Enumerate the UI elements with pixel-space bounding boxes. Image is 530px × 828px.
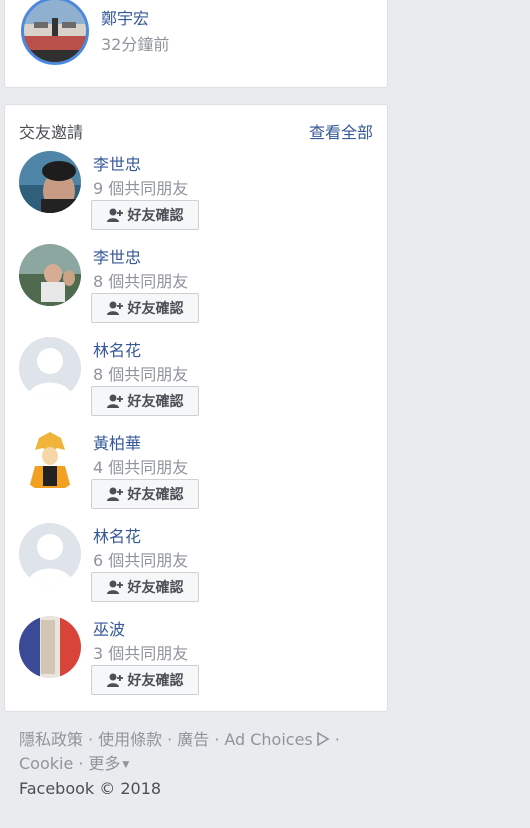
request-name[interactable]: 黃柏華 — [93, 430, 141, 454]
cookie-link[interactable]: Cookie — [19, 754, 73, 773]
confirm-friend-button[interactable]: 好友確認 — [91, 572, 199, 602]
mutual-friends[interactable]: 6 個共同朋友 — [93, 547, 188, 571]
avatar[interactable] — [19, 616, 81, 678]
card-title: 交友邀請 — [19, 123, 84, 142]
separator: · — [167, 730, 173, 749]
separator: · — [88, 730, 94, 749]
request-name[interactable]: 林名花 — [93, 523, 141, 547]
separator: · — [78, 754, 84, 773]
add-friend-icon — [106, 673, 123, 687]
add-friend-icon — [106, 301, 123, 315]
footer-links-2: Cookie · 更多 ▼ — [19, 752, 369, 777]
copyright: Facebook © 2018 — [19, 779, 162, 798]
confirm-friend-button[interactable]: 好友確認 — [91, 200, 199, 230]
add-friend-icon — [106, 208, 123, 222]
list-item: 李世忠 9 個共同朋友 好友確認 — [19, 151, 373, 244]
friend-request-list: 李世忠 9 個共同朋友 好友確認 李世忠 8 個共同朋友 好友確認 林名花 8 … — [19, 151, 373, 709]
card-header: 交友邀請 查看全部 — [19, 119, 373, 143]
see-all-link[interactable]: 查看全部 — [309, 119, 373, 143]
mutual-friends[interactable]: 4 個共同朋友 — [93, 454, 188, 478]
mutual-friends[interactable]: 9 個共同朋友 — [93, 175, 188, 199]
add-friend-icon — [106, 394, 123, 408]
confirm-friend-button[interactable]: 好友確認 — [91, 479, 199, 509]
avatar[interactable] — [19, 244, 81, 306]
default-avatar[interactable] — [19, 337, 81, 399]
contact-time: 32分鐘前 — [101, 35, 170, 54]
terms-link[interactable]: 使用條款 — [98, 730, 162, 749]
ad-choices-link[interactable]: Ad Choices — [224, 729, 330, 752]
contact-name[interactable]: 鄭宇宏 — [101, 5, 149, 29]
add-friend-icon — [106, 487, 123, 501]
confirm-label: 好友確認 — [127, 673, 184, 689]
list-item: 黃柏華 4 個共同朋友 好友確認 — [19, 430, 373, 523]
recent-contact-card: 鄭宇宏 32分鐘前 — [4, 0, 388, 88]
list-item: 林名花 6 個共同朋友 好友確認 — [19, 523, 373, 616]
mutual-friends[interactable]: 8 個共同朋友 — [93, 361, 188, 385]
ad-choices-label: Ad Choices — [224, 730, 313, 749]
privacy-link[interactable]: 隱私政策 — [19, 730, 83, 749]
confirm-label: 好友確認 — [127, 301, 184, 317]
footer-links: 隱私政策 · 使用條款 · 廣告 · Ad Choices · — [19, 728, 369, 752]
avatar[interactable] — [21, 0, 89, 65]
separator: · — [334, 730, 340, 749]
request-name[interactable]: 李世忠 — [93, 151, 141, 175]
mutual-friends[interactable]: 3 個共同朋友 — [93, 640, 188, 664]
list-item: 林名花 8 個共同朋友 好友確認 — [19, 337, 373, 430]
ad-choices-icon — [316, 729, 330, 752]
confirm-label: 好友確認 — [127, 487, 184, 503]
confirm-label: 好友確認 — [127, 580, 184, 596]
page-footer: 隱私政策 · 使用條款 · 廣告 · Ad Choices · Cookie · 更多 ▼ Fac… — [19, 728, 369, 800]
caret-down-icon: ▼ — [122, 760, 130, 770]
list-item: 巫波 3 個共同朋友 好友確認 — [19, 616, 373, 709]
default-avatar[interactable] — [19, 523, 81, 585]
separator: · — [214, 730, 220, 749]
confirm-label: 好友確認 — [127, 394, 184, 410]
list-item: 李世忠 8 個共同朋友 好友確認 — [19, 244, 373, 337]
avatar[interactable] — [19, 151, 81, 213]
add-friend-icon — [106, 580, 123, 594]
request-name[interactable]: 巫波 — [93, 616, 125, 640]
request-name[interactable]: 林名花 — [93, 337, 141, 361]
more-link[interactable]: 更多 ▼ — [88, 754, 129, 773]
avatar[interactable] — [19, 430, 81, 492]
confirm-friend-button[interactable]: 好友確認 — [91, 386, 199, 416]
mutual-friends[interactable]: 8 個共同朋友 — [93, 268, 188, 292]
ads-link[interactable]: 廣告 — [177, 730, 209, 749]
confirm-friend-button[interactable]: 好友確認 — [91, 665, 199, 695]
friend-requests-card: 交友邀請 查看全部 李世忠 9 個共同朋友 好友確認 李世忠 8 個共同朋友 好… — [4, 104, 388, 712]
more-label: 更多 — [88, 754, 121, 773]
confirm-label: 好友確認 — [127, 208, 184, 224]
request-name[interactable]: 李世忠 — [93, 244, 141, 268]
confirm-friend-button[interactable]: 好友確認 — [91, 293, 199, 323]
